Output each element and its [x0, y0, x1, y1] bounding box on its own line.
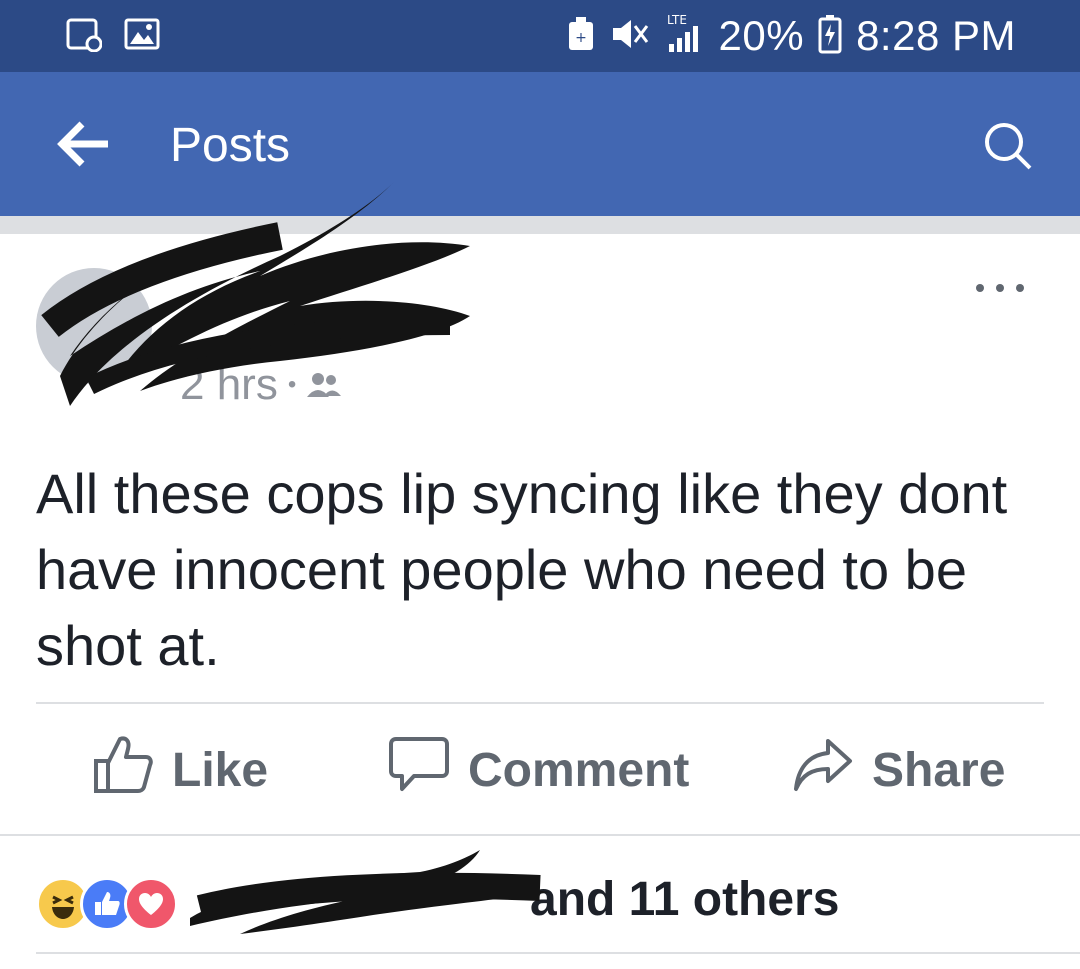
friends-icon — [306, 360, 342, 410]
meta-separator: • — [287, 371, 297, 398]
search-icon — [980, 123, 1036, 178]
search-button[interactable] — [980, 118, 1036, 174]
battery-percent: 20% — [718, 12, 805, 59]
redaction-scribble — [190, 850, 550, 934]
thumbs-up-icon — [92, 733, 154, 807]
divider — [36, 702, 1044, 704]
app-bar: Posts — [0, 72, 1080, 216]
svg-text:+: + — [575, 30, 587, 46]
love-reaction-icon — [124, 877, 178, 931]
status-bar-left — [66, 18, 160, 57]
share-label: Share — [872, 743, 1006, 797]
comment-icon — [388, 733, 450, 807]
section-divider — [0, 216, 1080, 234]
post-meta: 2 hrs • — [180, 360, 342, 410]
share-icon — [792, 733, 854, 807]
back-arrow-icon — [56, 121, 112, 172]
page-title: Posts — [170, 119, 291, 172]
more-options-button[interactable] — [972, 278, 1028, 314]
network-label: LTE — [667, 13, 687, 27]
signal-icon: LTE — [663, 12, 705, 61]
status-bar: + LTE 20% 8:28 PM — [0, 0, 1080, 72]
screenshot-icon — [66, 18, 103, 57]
share-button[interactable]: Share — [792, 736, 1005, 804]
gallery-icon — [124, 18, 160, 57]
battery-icon — [818, 14, 842, 59]
status-bar-right: + LTE 20% 8:28 PM — [567, 0, 1016, 72]
mute-icon — [609, 16, 649, 57]
post-text: All these cops lip syncing like they don… — [36, 462, 1008, 677]
like-label: Like — [172, 743, 269, 797]
avatar[interactable] — [36, 268, 152, 384]
clock: 8:28 PM — [856, 12, 1016, 59]
reactions-summary-text[interactable]: and 11 others — [530, 872, 839, 927]
comment-label: Comment — [468, 743, 690, 797]
more-options-icon — [972, 284, 1028, 302]
post-timestamp[interactable]: 2 hrs — [180, 360, 278, 410]
divider — [36, 952, 1080, 954]
divider — [0, 834, 1080, 836]
comment-button[interactable]: Comment — [388, 736, 689, 804]
back-button[interactable] — [56, 120, 112, 168]
battery-saver-icon: + — [567, 16, 595, 57]
like-button[interactable]: Like — [92, 736, 268, 804]
reactions-summary[interactable] — [36, 876, 178, 932]
